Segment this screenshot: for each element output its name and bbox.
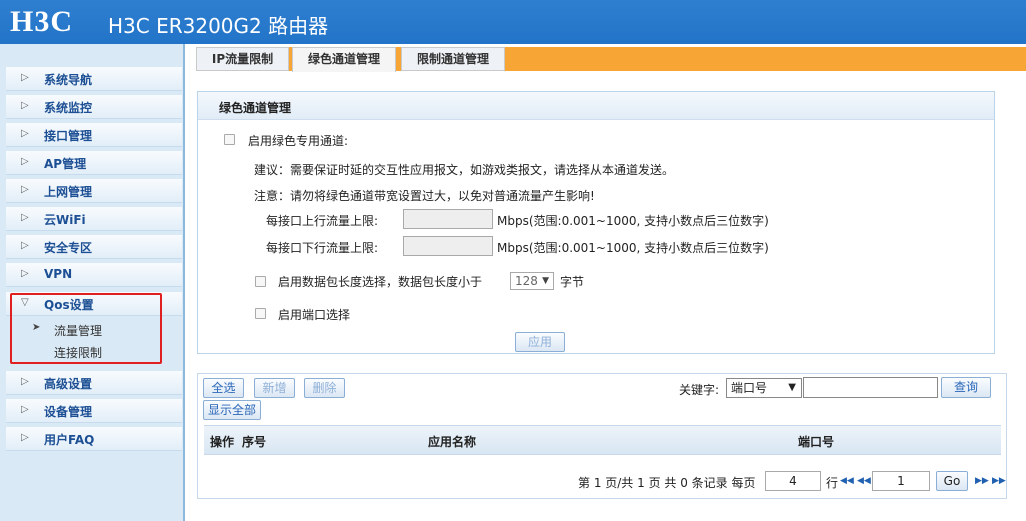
per-page-unit: 行 [826,476,839,490]
sidebar-item-label: 用户FAQ [44,433,95,447]
chevron-right-icon: ▷ [21,376,29,387]
sidebar-item-label: 接口管理 [44,129,93,143]
sidebar-item-system-monitor[interactable]: ▷ 系统监控 [6,95,182,119]
enable-green-channel-checkbox[interactable] [224,134,235,145]
tab-green-channel[interactable]: 绿色通道管理 [292,47,396,72]
panel-header: 绿色通道管理 [198,92,994,120]
delete-button[interactable]: 删除 [304,378,345,398]
chevron-right-icon: ▷ [21,212,29,223]
keyword-select[interactable]: 端口号 ▼ [726,378,802,398]
brand-logo: H3C [10,5,73,38]
sidebar-item-system-nav[interactable]: ▷ 系统导航 [6,67,182,91]
chevron-right-icon: ▷ [21,72,29,83]
keyword-label: 关键字: [679,383,720,397]
packet-length-checkbox[interactable] [255,276,266,287]
show-all-button[interactable]: 显示全部 [203,400,261,420]
advice-text: 建议：需要保证时延的交互性应用报文，如游戏类报文，请选择从本通道发送。 [254,163,675,177]
column-header-index: 序号 [242,435,267,449]
sidebar-item-internet[interactable]: ▷ 上网管理 [6,179,182,203]
sidebar-item-advanced[interactable]: ▷ 高级设置 [6,371,182,395]
chevron-right-icon: ▷ [21,432,29,443]
upstream-limit-input[interactable] [403,209,493,229]
qos-highlight-box [10,293,162,364]
table-header: 操作 序号 应用名称 端口号 [204,425,1001,455]
sidebar-item-interface[interactable]: ▷ 接口管理 [6,123,182,147]
select-all-button[interactable]: 全选 [203,378,244,398]
dropdown-arrow-icon: ▼ [788,382,796,393]
pager-summary: 第 1 页/共 1 页 共 0 条记录 每页 [578,476,756,490]
port-select-checkbox[interactable] [255,308,266,319]
sidebar: ▷ 系统导航 ▷ 系统监控 ▷ 接口管理 ▷ AP管理 ▷ 上网管理 ▷ 云Wi… [0,44,185,521]
column-header-port: 端口号 [798,435,835,449]
upstream-limit-label: 每接口上行流量上限: [266,214,379,228]
sidebar-item-cloud-wifi[interactable]: ▷ 云WiFi [6,207,182,231]
sidebar-item-security[interactable]: ▷ 安全专区 [6,235,182,259]
sidebar-item-device[interactable]: ▷ 设备管理 [6,399,182,423]
sidebar-item-label: AP管理 [44,157,87,171]
tab-bar: IP流量限制 绿色通道管理 限制通道管理 [196,47,1026,72]
first-page-icon[interactable]: ◀◀ [840,476,854,486]
packet-length-label: 启用数据包长度选择，数据包长度小于 [278,275,483,289]
panel-title: 绿色通道管理 [219,101,292,115]
enable-green-channel-label: 启用绿色专用通道: [248,134,349,148]
chevron-right-icon: ▷ [21,240,29,251]
page-number-input[interactable]: 1 [872,471,930,491]
column-header-app-name: 应用名称 [428,435,477,449]
chevron-right-icon: ▷ [21,128,29,139]
chevron-right-icon: ▷ [21,156,29,167]
packet-length-select[interactable]: 128 ▼ [510,272,554,290]
downstream-limit-input[interactable] [403,236,493,256]
chevron-right-icon: ▷ [21,268,29,279]
keyword-select-value: 端口号 [731,381,768,395]
tab-limit-channel[interactable]: 限制通道管理 [401,47,505,71]
next-page-icon[interactable]: ▶▶ [975,476,989,486]
sidebar-item-label: 设备管理 [44,405,93,419]
port-select-label: 启用端口选择 [278,308,351,322]
downstream-limit-unit: Mbps(范围:0.001~1000, 支持小数点后三位数字) [497,241,769,255]
chevron-right-icon: ▷ [21,404,29,415]
query-button[interactable]: 查询 [941,377,991,398]
add-button[interactable]: 新增 [254,378,295,398]
sidebar-item-label: 云WiFi [44,213,86,227]
dropdown-arrow-icon: ▼ [542,276,549,286]
packet-length-unit: 字节 [560,275,585,289]
per-page-input[interactable]: 4 [765,471,821,491]
sidebar-item-ap[interactable]: ▷ AP管理 [6,151,182,175]
device-title: H3C ER3200G2 路由器 [108,14,329,38]
note-text: 注意：请勿将绿色通道带宽设置过大，以免对普通流量产生影响! [254,189,595,203]
downstream-limit-label: 每接口下行流量上限: [266,241,379,255]
sidebar-item-label: 高级设置 [44,377,93,391]
apply-button[interactable]: 应用 [515,332,565,352]
top-header: H3C H3C ER3200G2 路由器 [0,0,1026,44]
green-channel-panel: 绿色通道管理 启用绿色专用通道: 建议：需要保证时延的交互性应用报文，如游戏类报… [197,91,995,354]
sidebar-item-faq[interactable]: ▷ 用户FAQ [6,427,182,451]
column-header-operation: 操作 [210,435,235,449]
go-button[interactable]: Go [936,471,968,491]
sidebar-item-label: 系统监控 [44,101,93,115]
last-page-icon[interactable]: ▶▶ [992,476,1006,486]
sidebar-item-vpn[interactable]: ▷ VPN [6,263,182,287]
chevron-right-icon: ▷ [21,100,29,111]
tab-ip-traffic-limit[interactable]: IP流量限制 [196,47,289,71]
sidebar-item-label: 系统导航 [44,73,93,87]
packet-length-value: 128 [515,274,538,288]
sidebar-item-label: 安全专区 [44,241,93,255]
chevron-right-icon: ▷ [21,184,29,195]
sidebar-item-label: VPN [44,267,73,281]
prev-page-icon[interactable]: ◀◀ [857,476,871,486]
upstream-limit-unit: Mbps(范围:0.001~1000, 支持小数点后三位数字) [497,214,769,228]
sidebar-item-label: 上网管理 [44,185,93,199]
keyword-input[interactable] [803,377,938,398]
